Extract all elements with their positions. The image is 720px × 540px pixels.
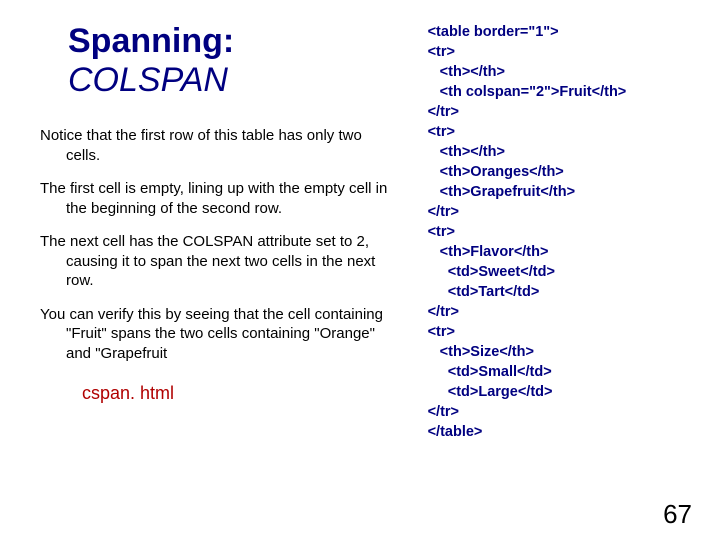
paragraph-1: Notice that the first row of this table … [40, 126, 400, 165]
right-column: <table border="1"> <tr> <th></th> <th co… [418, 0, 720, 540]
code-block: <table border="1"> <tr> <th></th> <th co… [428, 22, 702, 442]
title-line-1: Spanning: [68, 22, 400, 61]
paragraph-4: You can verify this by seeing that the c… [40, 305, 400, 364]
slide-title: Spanning: COLSPAN [68, 22, 400, 100]
left-column: Spanning: COLSPAN Notice that the first … [0, 0, 418, 540]
body-text: Notice that the first row of this table … [40, 126, 400, 363]
slide-container: Spanning: COLSPAN Notice that the first … [0, 0, 720, 540]
paragraph-3: The next cell has the COLSPAN attribute … [40, 232, 400, 291]
page-number: 67 [663, 499, 692, 530]
paragraph-2: The first cell is empty, lining up with … [40, 179, 400, 218]
example-link: cspan. html [82, 383, 400, 404]
title-line-2: COLSPAN [68, 61, 400, 100]
